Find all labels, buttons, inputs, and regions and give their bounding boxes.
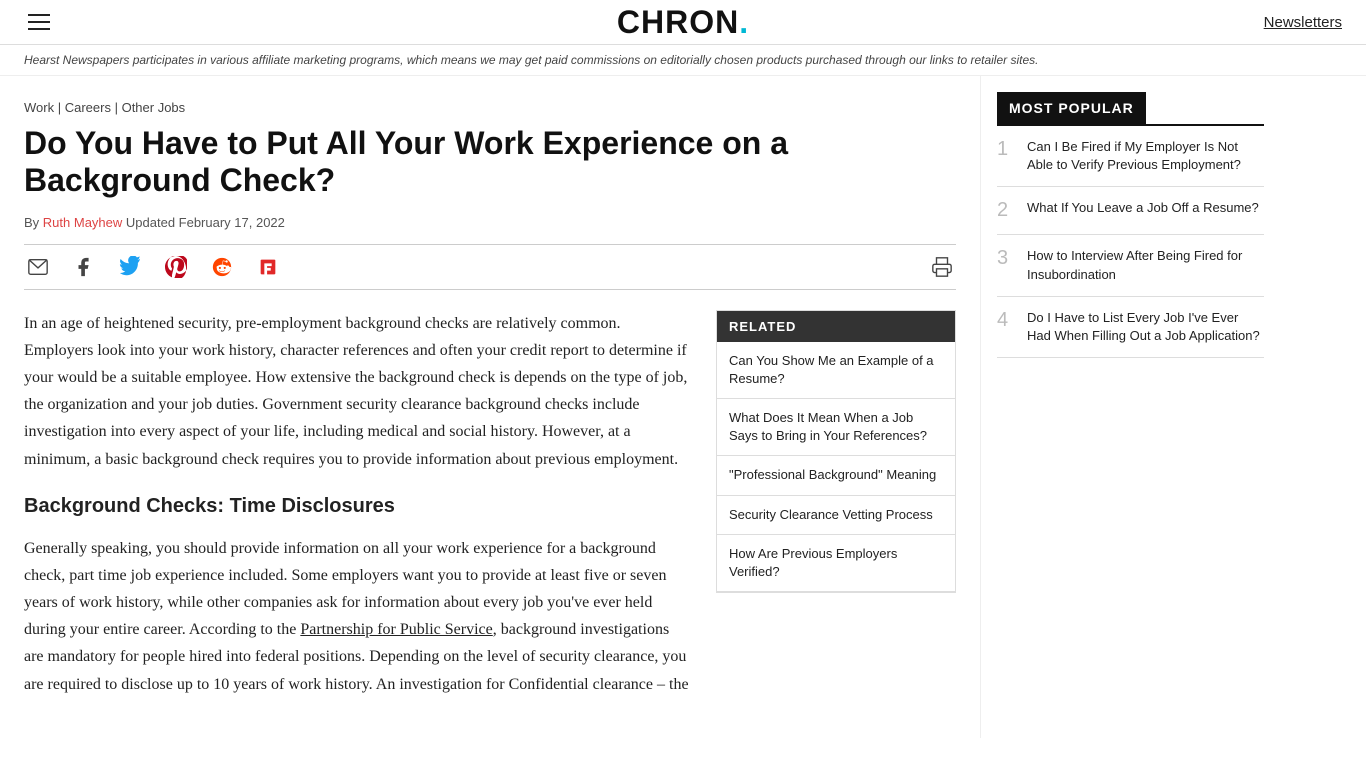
article-content-row: In an age of heightened security, pre-em… xyxy=(24,310,956,714)
article-section-heading: Background Checks: Time Disclosures xyxy=(24,489,692,523)
popular-item-4: 4 Do I Have to List Every Job I've Ever … xyxy=(997,297,1264,358)
share-bar xyxy=(24,244,956,290)
author-link[interactable]: Ruth Mayhew xyxy=(43,215,122,230)
related-header: RELATED xyxy=(717,311,955,342)
partnership-link[interactable]: Partnership for Public Service xyxy=(300,621,492,638)
related-link-4[interactable]: Security Clearance Vetting Process xyxy=(717,496,955,534)
related-item-5: How Are Previous Employers Verified? xyxy=(717,535,955,592)
popular-num-3: 3 xyxy=(997,247,1017,270)
related-item-1: Can You Show Me an Example of a Resume? xyxy=(717,342,955,399)
article-text: In an age of heightened security, pre-em… xyxy=(24,310,692,714)
updated-date: Updated February 17, 2022 xyxy=(122,215,285,230)
popular-item-1: 1 Can I Be Fired if My Employer Is Not A… xyxy=(997,126,1264,187)
popular-list: 1 Can I Be Fired if My Employer Is Not A… xyxy=(997,124,1264,358)
logo-dot: . xyxy=(739,4,749,40)
related-item-3: "Professional Background" Meaning xyxy=(717,456,955,495)
site-header: CHRON. Newsletters xyxy=(0,0,1366,45)
menu-button[interactable] xyxy=(24,10,54,34)
share-reddit-button[interactable] xyxy=(208,253,236,281)
related-link-3[interactable]: "Professional Background" Meaning xyxy=(717,456,955,494)
print-button[interactable] xyxy=(928,253,956,281)
author-line: By Ruth Mayhew Updated February 17, 2022 xyxy=(24,215,956,230)
article-body: In an age of heightened security, pre-em… xyxy=(24,310,692,698)
affiliate-text: Hearst Newspapers participates in variou… xyxy=(24,53,1038,67)
related-item-2: What Does It Mean When a Job Says to Bri… xyxy=(717,399,955,456)
article-area: Work | Careers | Other Jobs Do You Have … xyxy=(0,76,980,738)
logo-text: CHRON xyxy=(617,4,739,40)
popular-link-2[interactable]: What If You Leave a Job Off a Resume? xyxy=(1027,199,1259,217)
popular-item-3: 3 How to Interview After Being Fired for… xyxy=(997,235,1264,296)
most-popular-label: MOST POPULAR xyxy=(997,92,1146,124)
share-twitter-button[interactable] xyxy=(116,253,144,281)
related-link-2[interactable]: What Does It Mean When a Job Says to Bri… xyxy=(717,399,955,455)
breadcrumb: Work | Careers | Other Jobs xyxy=(24,100,956,115)
share-flipboard-button[interactable] xyxy=(254,253,282,281)
breadcrumb-sep2: | xyxy=(111,100,122,115)
popular-num-4: 4 xyxy=(997,309,1017,332)
share-email-button[interactable] xyxy=(24,253,52,281)
author-by-label: By xyxy=(24,215,43,230)
breadcrumb-careers[interactable]: Careers xyxy=(65,100,111,115)
popular-link-1[interactable]: Can I Be Fired if My Employer Is Not Abl… xyxy=(1027,138,1264,174)
popular-link-3[interactable]: How to Interview After Being Fired for I… xyxy=(1027,247,1264,283)
newsletters-button[interactable]: Newsletters xyxy=(1264,14,1342,31)
breadcrumb-other-jobs[interactable]: Other Jobs xyxy=(122,100,186,115)
related-link-1[interactable]: Can You Show Me an Example of a Resume? xyxy=(717,342,955,398)
affiliate-bar: Hearst Newspapers participates in variou… xyxy=(0,45,1366,76)
share-pinterest-button[interactable] xyxy=(162,253,190,281)
popular-item-2: 2 What If You Leave a Job Off a Resume? xyxy=(997,187,1264,235)
related-box: RELATED Can You Show Me an Example of a … xyxy=(716,310,956,594)
article-paragraph-2: Generally speaking, you should provide i… xyxy=(24,535,692,698)
sidebar: MOST POPULAR 1 Can I Be Fired if My Empl… xyxy=(980,76,1280,738)
article-paragraph-1: In an age of heightened security, pre-em… xyxy=(24,310,692,473)
popular-num-2: 2 xyxy=(997,199,1017,222)
site-logo: CHRON. xyxy=(617,4,749,41)
popular-link-4[interactable]: Do I Have to List Every Job I've Ever Ha… xyxy=(1027,309,1264,345)
article-title: Do You Have to Put All Your Work Experie… xyxy=(24,125,956,199)
most-popular-header: MOST POPULAR xyxy=(997,92,1264,124)
share-facebook-button[interactable] xyxy=(70,253,98,281)
breadcrumb-work[interactable]: Work xyxy=(24,100,54,115)
related-item-4: Security Clearance Vetting Process xyxy=(717,496,955,535)
popular-num-1: 1 xyxy=(997,138,1017,161)
related-link-5[interactable]: How Are Previous Employers Verified? xyxy=(717,535,955,591)
related-list: Can You Show Me an Example of a Resume? … xyxy=(717,342,955,593)
breadcrumb-sep1: | xyxy=(54,100,65,115)
